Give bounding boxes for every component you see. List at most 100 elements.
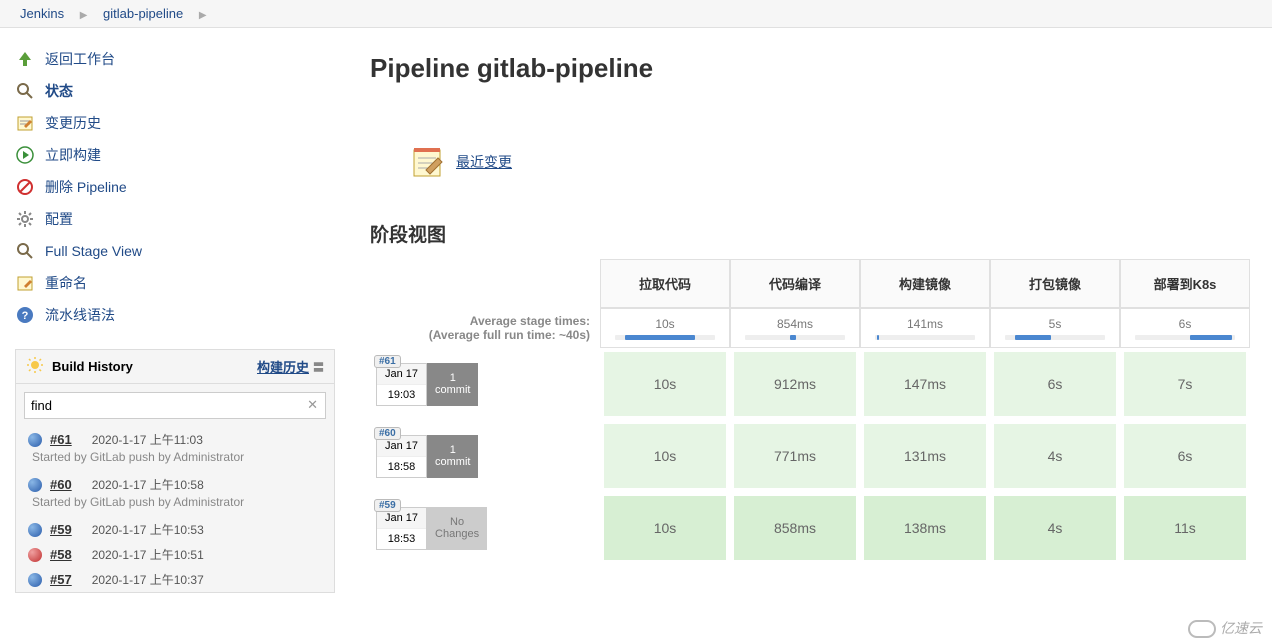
- stage-cell[interactable]: 858ms: [730, 492, 860, 564]
- avg-stage-cell: 10s: [600, 308, 730, 348]
- stage-cell[interactable]: 138ms: [860, 492, 990, 564]
- clock-play-icon: [15, 145, 35, 165]
- build-history-header: Build History 构建历史 〓: [16, 350, 334, 384]
- status-ball-icon: [28, 433, 42, 447]
- build-history-item[interactable]: #60 2020-1-17 上午10:58 Started by GitLab pu…: [16, 472, 334, 517]
- run-commit-box: 1commit: [427, 435, 478, 478]
- breadcrumb-root[interactable]: Jenkins: [20, 6, 64, 21]
- avg-stage-cell: 141ms: [860, 308, 990, 348]
- build-number-link[interactable]: #61: [50, 432, 72, 447]
- avg-full-label: (Average full run time: ~40s): [374, 328, 590, 342]
- run-commit-box: NoChanges: [427, 507, 487, 550]
- question-icon: ?: [15, 305, 35, 325]
- stage-header: 构建镜像: [860, 259, 990, 308]
- menu-item-config[interactable]: 配置: [15, 203, 350, 235]
- stage-cell[interactable]: 4s: [990, 420, 1120, 492]
- run-info[interactable]: #61Jan 1719:031commit: [370, 357, 600, 412]
- stage-cell[interactable]: 10s: [600, 492, 730, 564]
- cloud-icon: [1188, 620, 1216, 638]
- build-cause: Started by GitLab push by Administrator: [32, 495, 324, 509]
- stage-cell[interactable]: 4s: [990, 492, 1120, 564]
- build-date: 2020-1-17 上午10:58: [92, 476, 204, 493]
- notepad-icon: [15, 273, 35, 293]
- run-tag: #60: [374, 427, 401, 440]
- avg-stage-cell: 854ms: [730, 308, 860, 348]
- recent-changes: 最近变更: [410, 144, 1272, 180]
- notepad-icon: [410, 144, 446, 180]
- stage-cell[interactable]: 131ms: [860, 420, 990, 492]
- avg-stage-cell: 6s: [1120, 308, 1250, 348]
- status-ball-icon: [28, 478, 42, 492]
- stage-cell[interactable]: 7s: [1120, 348, 1250, 420]
- chevron-right-icon: ▶: [199, 10, 207, 21]
- menu-item-fullstage[interactable]: Full Stage View: [15, 235, 350, 267]
- status-ball-icon: [28, 573, 42, 587]
- stage-cell[interactable]: 912ms: [730, 348, 860, 420]
- stage-cell[interactable]: 10s: [600, 348, 730, 420]
- build-history-title: Build History: [52, 359, 133, 374]
- stage-header: 代码编译: [730, 259, 860, 308]
- menu-item-delete[interactable]: 删除 Pipeline: [15, 171, 350, 203]
- run-info[interactable]: #59Jan 1718:53NoChanges: [370, 501, 600, 556]
- run-info[interactable]: #60Jan 1718:581commit: [370, 429, 600, 484]
- build-history-item[interactable]: #57 2020-1-17 上午10:37: [16, 567, 334, 592]
- stage-header: 部署到K8s: [1120, 259, 1250, 308]
- stage-view-table: 拉取代码 代码编译 构建镜像 打包镜像 部署到K8s Average stage…: [370, 259, 1250, 564]
- chevron-right-icon: ▶: [80, 10, 88, 21]
- notepad-icon: [15, 113, 35, 133]
- build-date: 2020-1-17 上午11:03: [92, 431, 203, 448]
- menu-item-changes[interactable]: 变更历史: [15, 107, 350, 139]
- build-history-item[interactable]: #59 2020-1-17 上午10:53: [16, 517, 334, 542]
- breadcrumb-project[interactable]: gitlab-pipeline: [103, 6, 183, 21]
- build-number-link[interactable]: #59: [50, 522, 72, 537]
- run-tag: #61: [374, 355, 401, 368]
- avg-stage-label: Average stage times:: [374, 314, 590, 328]
- stage-cell[interactable]: 147ms: [860, 348, 990, 420]
- stage-view-title: 阶段视图: [370, 220, 1272, 247]
- side-menu: 返回工作台 状态 变更历史 立即构建 删除 Pipeline 配置 Full S…: [15, 43, 350, 331]
- status-ball-icon: [28, 548, 42, 562]
- forbidden-icon: [15, 177, 35, 197]
- menu-item-rename[interactable]: 重命名: [15, 267, 350, 299]
- stage-header: 打包镜像: [990, 259, 1120, 308]
- run-commit-box: 1commit: [427, 363, 478, 406]
- recent-changes-link[interactable]: 最近变更: [456, 152, 512, 172]
- trend-icon: 〓: [313, 359, 324, 375]
- build-cause: Started by GitLab push by Administrator: [32, 450, 324, 464]
- avg-stage-cell: 5s: [990, 308, 1120, 348]
- build-number-link[interactable]: #58: [50, 547, 72, 562]
- clear-icon[interactable]: ✕: [307, 397, 318, 413]
- run-datebox: Jan 1718:58: [376, 435, 427, 478]
- build-history-item[interactable]: #61 2020-1-17 上午11:03 Started by GitLab pu…: [16, 427, 334, 472]
- page-title: Pipeline gitlab-pipeline: [370, 53, 1272, 84]
- build-number-link[interactable]: #57: [50, 572, 72, 587]
- menu-item-syntax[interactable]: ?流水线语法: [15, 299, 350, 331]
- build-history-search-input[interactable]: [24, 392, 326, 419]
- status-ball-icon: [28, 523, 42, 537]
- build-history-trend-link[interactable]: 构建历史: [257, 357, 309, 376]
- stage-cell[interactable]: 771ms: [730, 420, 860, 492]
- stage-header: 拉取代码: [600, 259, 730, 308]
- build-number-link[interactable]: #60: [50, 477, 72, 492]
- build-history-list: #61 2020-1-17 上午11:03 Started by GitLab pu…: [16, 427, 334, 592]
- arrow-up-icon: [15, 49, 35, 69]
- build-date: 2020-1-17 上午10:37: [92, 571, 204, 588]
- stage-cell[interactable]: 6s: [990, 348, 1120, 420]
- sun-icon: [26, 356, 44, 377]
- stage-cell[interactable]: 10s: [600, 420, 730, 492]
- menu-item-status[interactable]: 状态: [15, 75, 350, 107]
- run-tag: #59: [374, 499, 401, 512]
- main-content: Pipeline gitlab-pipeline 最近变更 阶段视图 拉取代码 …: [350, 28, 1272, 593]
- run-datebox: Jan 1719:03: [376, 363, 427, 406]
- stage-cell[interactable]: 6s: [1120, 420, 1250, 492]
- watermark: 亿速云: [1188, 618, 1262, 638]
- svg-text:?: ?: [22, 310, 29, 322]
- build-history-item[interactable]: #582020-1-17 上午10:51: [16, 542, 334, 567]
- run-datebox: Jan 1718:53: [376, 507, 427, 550]
- search-icon: [15, 81, 35, 101]
- stage-cell[interactable]: 11s: [1120, 492, 1250, 564]
- build-date: 2020-1-17 上午10:53: [92, 521, 204, 538]
- menu-item-build[interactable]: 立即构建: [15, 139, 350, 171]
- menu-item-back[interactable]: 返回工作台: [15, 43, 350, 75]
- gear-icon: [15, 209, 35, 229]
